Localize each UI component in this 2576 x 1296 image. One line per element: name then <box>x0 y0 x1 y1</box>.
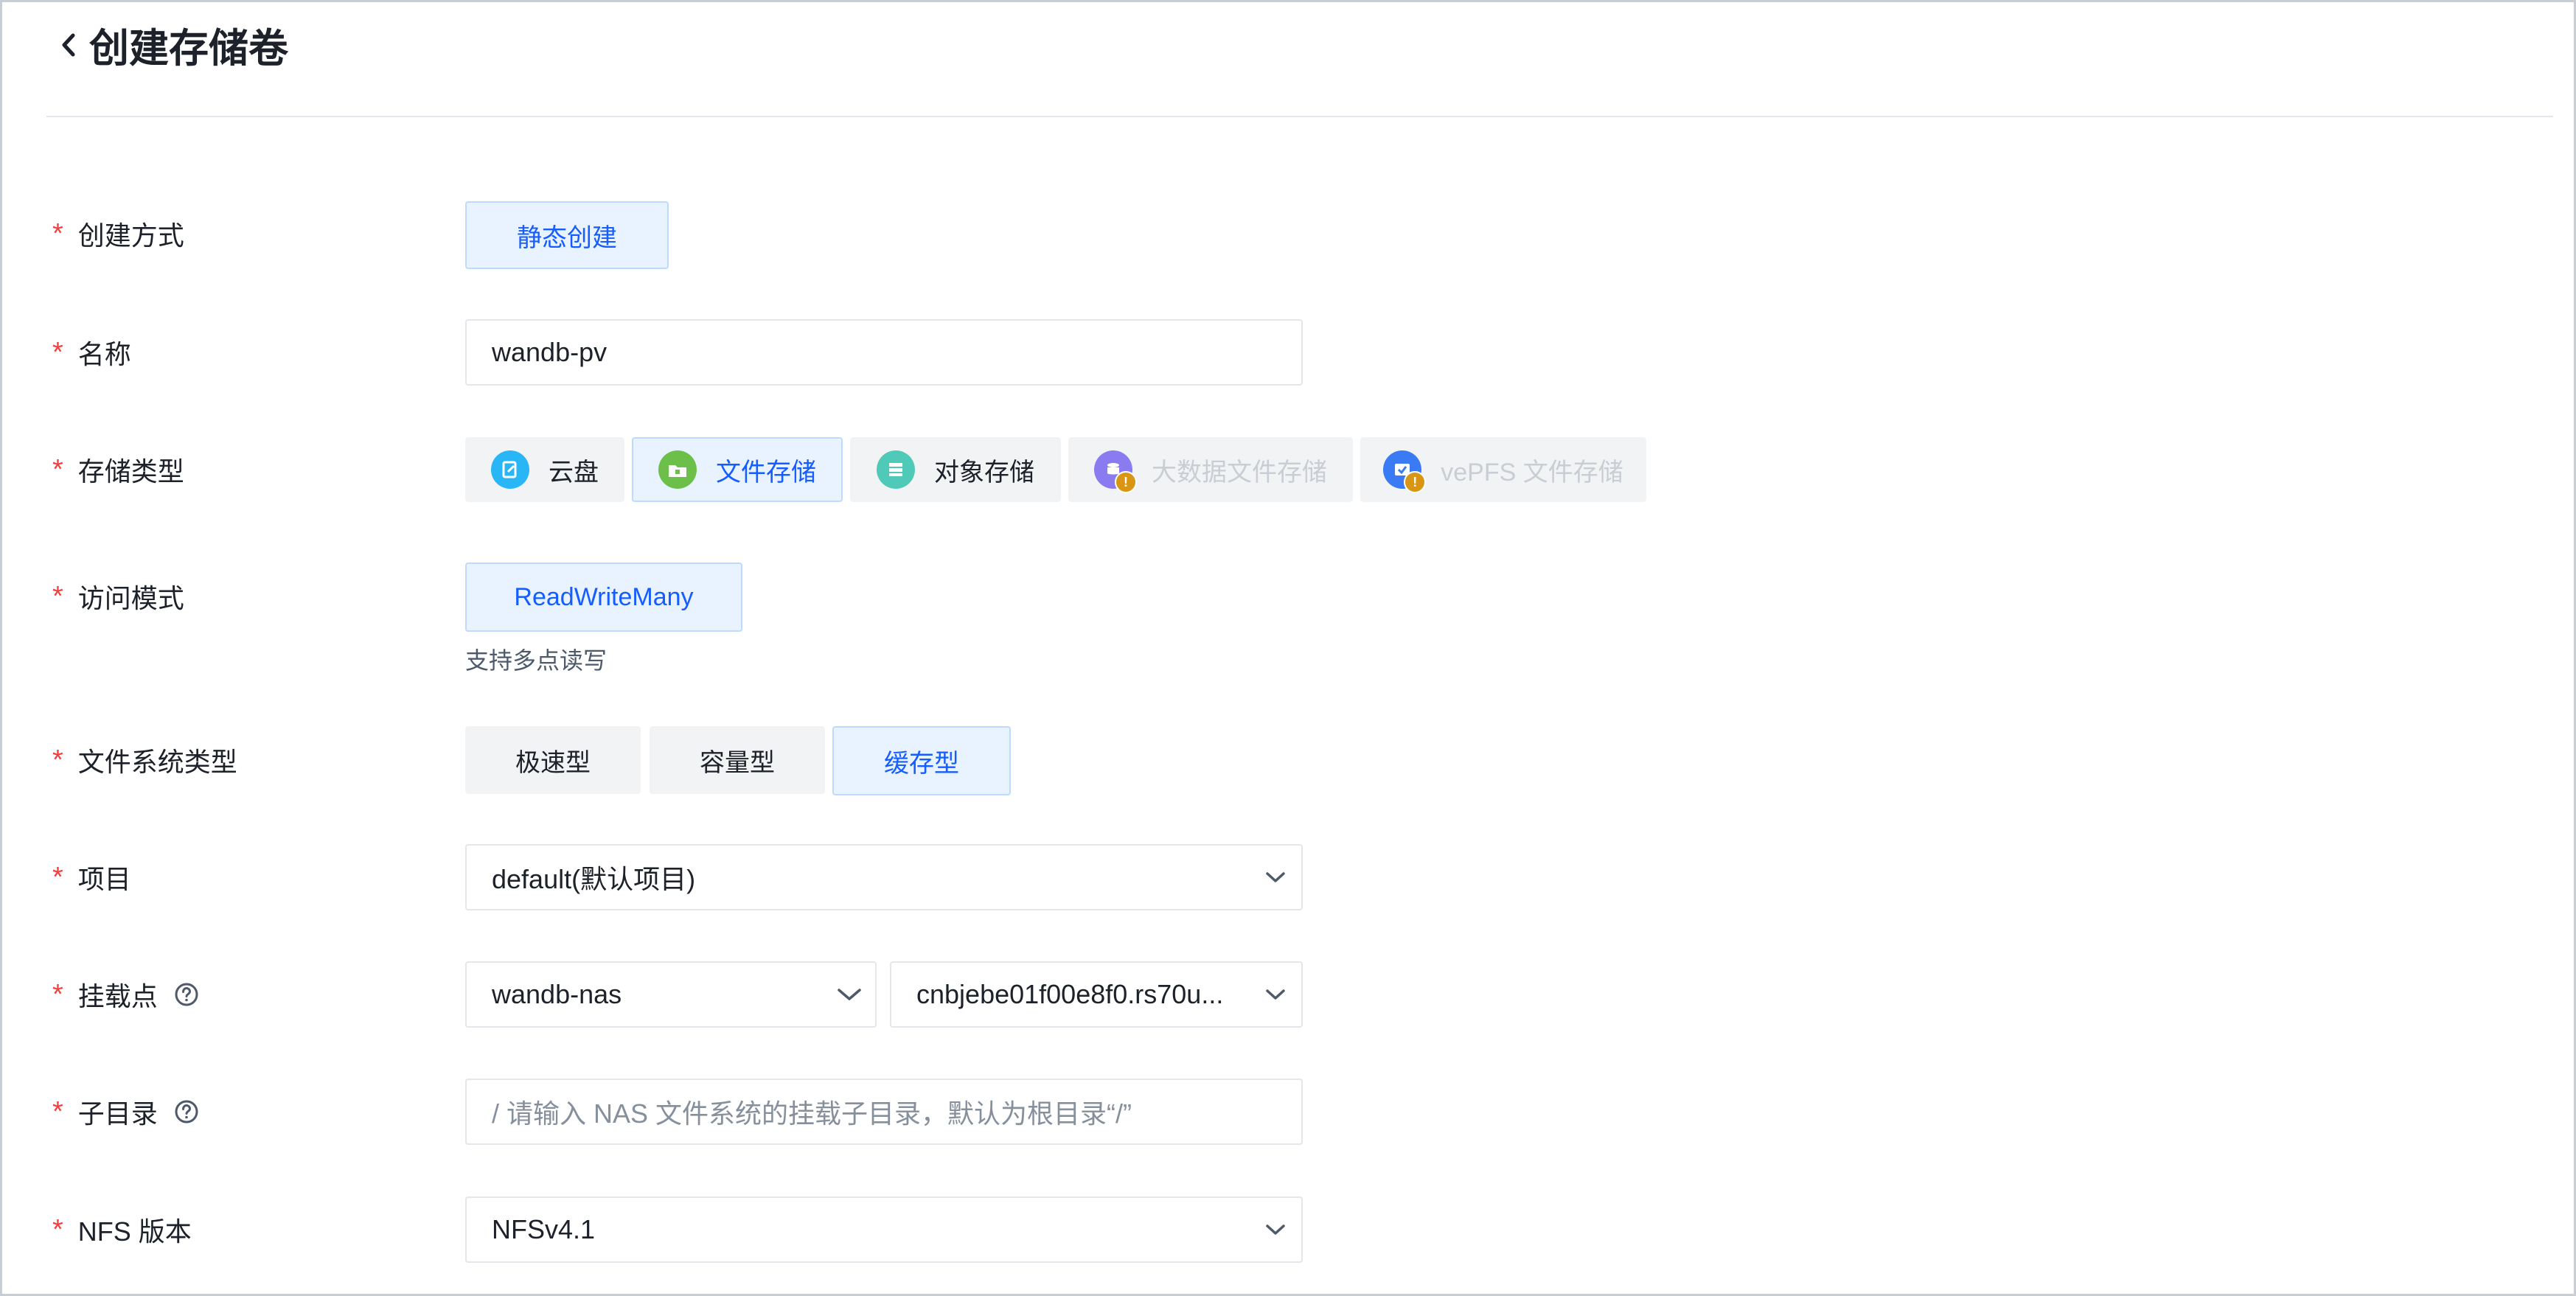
storage-type-file-storage-label: 文件存储 <box>716 458 816 487</box>
chevron-down-icon <box>1250 871 1301 884</box>
fs-type-capacity-label: 容量型 <box>700 748 775 777</box>
page-title: 创建存储卷 <box>89 27 288 71</box>
required-mark: * <box>52 1095 63 1127</box>
page-frame: 创建存储卷 * 创建方式 静态创建 * 名称 wandb-pv * 存储类型 云… <box>0 0 2576 1296</box>
mount-target-select[interactable]: cnbjebe01f00e8f0.rs70u... <box>890 961 1303 1028</box>
required-mark: * <box>52 861 63 893</box>
warning-badge-icon: ! <box>1404 471 1427 493</box>
sub-dir-input[interactable]: / 请输入 NAS 文件系统的挂载子目录，默认为根目录“/” <box>465 1079 1303 1145</box>
nas-select-value: wandb-nas <box>492 979 622 1009</box>
nfs-version-select-value: NFSv4.1 <box>492 1214 596 1244</box>
name-label-text: 名称 <box>77 339 131 369</box>
fs-type-label: * 文件系统类型 <box>52 726 237 794</box>
storage-type-cloud-disk-label: 云盘 <box>549 458 599 487</box>
vepfs-storage-icon: ! <box>1383 450 1427 493</box>
storage-type-file-storage[interactable]: 文件存储 <box>632 437 843 502</box>
cloud-disk-icon <box>491 450 529 489</box>
sub-dir-label-text: 子目录 <box>77 1098 158 1129</box>
storage-type-cloud-disk[interactable]: 云盘 <box>465 437 624 502</box>
create-method-label: * 创建方式 <box>52 200 184 268</box>
fs-type-extreme[interactable]: 极速型 <box>465 726 641 794</box>
project-label-text: 项目 <box>77 864 131 894</box>
storage-type-big-data-label: 大数据文件存储 <box>1152 458 1327 487</box>
file-storage-icon <box>658 450 697 489</box>
mount-target-select-value: cnbjebe01f00e8f0.rs70u... <box>916 979 1224 1009</box>
header-divider <box>46 116 2553 117</box>
create-method-label-text: 创建方式 <box>77 220 184 251</box>
name-label: * 名称 <box>52 319 131 386</box>
sub-dir-placeholder: / 请输入 NAS 文件系统的挂载子目录，默认为根目录“/” <box>492 1098 1132 1129</box>
chevron-down-icon <box>824 987 875 1002</box>
required-mark: * <box>52 978 63 1010</box>
nas-select[interactable]: wandb-nas <box>465 961 877 1028</box>
help-icon[interactable] <box>174 1099 199 1124</box>
project-select[interactable]: default(默认项目) <box>465 844 1303 910</box>
storage-type-label-text: 存储类型 <box>77 456 184 487</box>
required-mark: * <box>52 217 63 249</box>
project-select-value: default(默认项目) <box>492 864 696 894</box>
chevron-down-icon <box>1250 1223 1301 1236</box>
fs-type-extreme-label: 极速型 <box>515 748 591 777</box>
help-icon[interactable] <box>174 982 199 1007</box>
static-create-label: 静态创建 <box>517 223 617 252</box>
mount-point-label-text: 挂载点 <box>77 981 158 1011</box>
required-mark: * <box>52 744 63 776</box>
storage-type-object-storage-label: 对象存储 <box>934 458 1034 487</box>
project-label: * 项目 <box>52 844 131 910</box>
name-input[interactable]: wandb-pv <box>465 319 1303 386</box>
static-create-option[interactable]: 静态创建 <box>465 201 669 269</box>
warning-badge-icon: ! <box>1115 471 1137 493</box>
chevron-left-icon[interactable] <box>55 18 82 72</box>
storage-type-vepfs: ! vePFS 文件存储 <box>1360 437 1646 502</box>
big-data-file-storage-icon: ! <box>1094 450 1137 493</box>
access-mode-label: * 访问模式 <box>52 562 184 630</box>
name-input-value: wandb-pv <box>492 337 608 367</box>
required-mark: * <box>52 453 63 485</box>
page-header: 创建存储卷 <box>55 15 288 74</box>
storage-type-object-storage[interactable]: 对象存储 <box>850 437 1061 502</box>
required-mark: * <box>52 580 63 612</box>
required-mark: * <box>52 1213 63 1245</box>
mount-point-label: * 挂载点 <box>52 961 199 1028</box>
chevron-down-icon <box>1250 988 1301 1001</box>
object-storage-icon <box>877 450 915 489</box>
required-mark: * <box>52 336 63 368</box>
access-mode-rwm-option[interactable]: ReadWriteMany <box>465 562 742 632</box>
access-mode-label-text: 访问模式 <box>77 583 184 613</box>
fs-type-capacity[interactable]: 容量型 <box>650 726 825 794</box>
access-mode-hint: 支持多点读写 <box>465 647 608 674</box>
sub-dir-label: * 子目录 <box>52 1079 199 1145</box>
nfs-version-label-text: NFS 版本 <box>77 1216 192 1247</box>
fs-type-cache[interactable]: 缓存型 <box>832 726 1011 795</box>
nfs-version-label: * NFS 版本 <box>52 1196 192 1263</box>
nfs-version-select[interactable]: NFSv4.1 <box>465 1196 1303 1263</box>
storage-type-label: * 存储类型 <box>52 437 184 502</box>
fs-type-label-text: 文件系统类型 <box>77 747 237 777</box>
access-mode-rwm-label: ReadWriteMany <box>514 582 694 611</box>
storage-type-vepfs-label: vePFS 文件存储 <box>1441 458 1623 487</box>
fs-type-cache-label: 缓存型 <box>884 749 959 778</box>
storage-type-big-data-file-storage: ! 大数据文件存储 <box>1068 437 1353 502</box>
